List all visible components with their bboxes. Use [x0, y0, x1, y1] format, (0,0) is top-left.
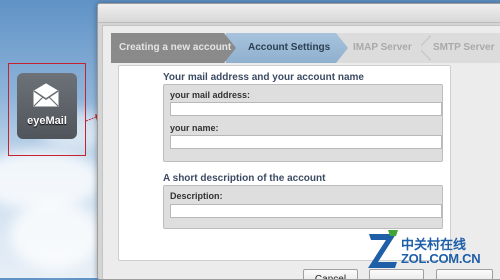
section-title-address: Your mail address and your account name [163, 72, 364, 83]
mail-address-input[interactable] [170, 102, 442, 116]
app-icon-label: eyeMail [27, 115, 67, 127]
name-label: your name: [170, 123, 219, 133]
cancel-button[interactable]: Cancel [303, 269, 358, 279]
eyemail-icon-tile: eyeMail [17, 73, 77, 139]
description-group: Description: [163, 185, 443, 229]
step-separator [421, 33, 431, 63]
step-creating-account[interactable]: Creating a new account [111, 33, 236, 63]
step-account-settings[interactable]: Account Settings [226, 33, 348, 63]
address-group: your mail address: your name: [163, 84, 443, 162]
mail-address-label: your mail address: [170, 90, 251, 100]
step-smtp-server[interactable]: SMTP Server [433, 33, 495, 63]
wizard-steps: Creating a new account Account Settings … [111, 33, 500, 63]
zol-logo-icon [368, 230, 398, 268]
watermark-en-text: ZOL.COM.CN [401, 251, 481, 266]
envelope-icon [33, 83, 59, 107]
cloud [10, 200, 100, 270]
step-imap-server[interactable]: IMAP Server [353, 33, 412, 63]
eyemail-desktop-icon[interactable]: eyeMail [8, 63, 86, 156]
section-title-description: A short description of the account [163, 173, 326, 184]
name-input[interactable] [170, 135, 442, 149]
description-input[interactable] [170, 204, 442, 218]
zol-watermark: 中关村在线 ZOL.COM.CN [364, 226, 500, 276]
window-titlebar[interactable] [98, 4, 500, 23]
description-label: Description: [170, 191, 223, 201]
